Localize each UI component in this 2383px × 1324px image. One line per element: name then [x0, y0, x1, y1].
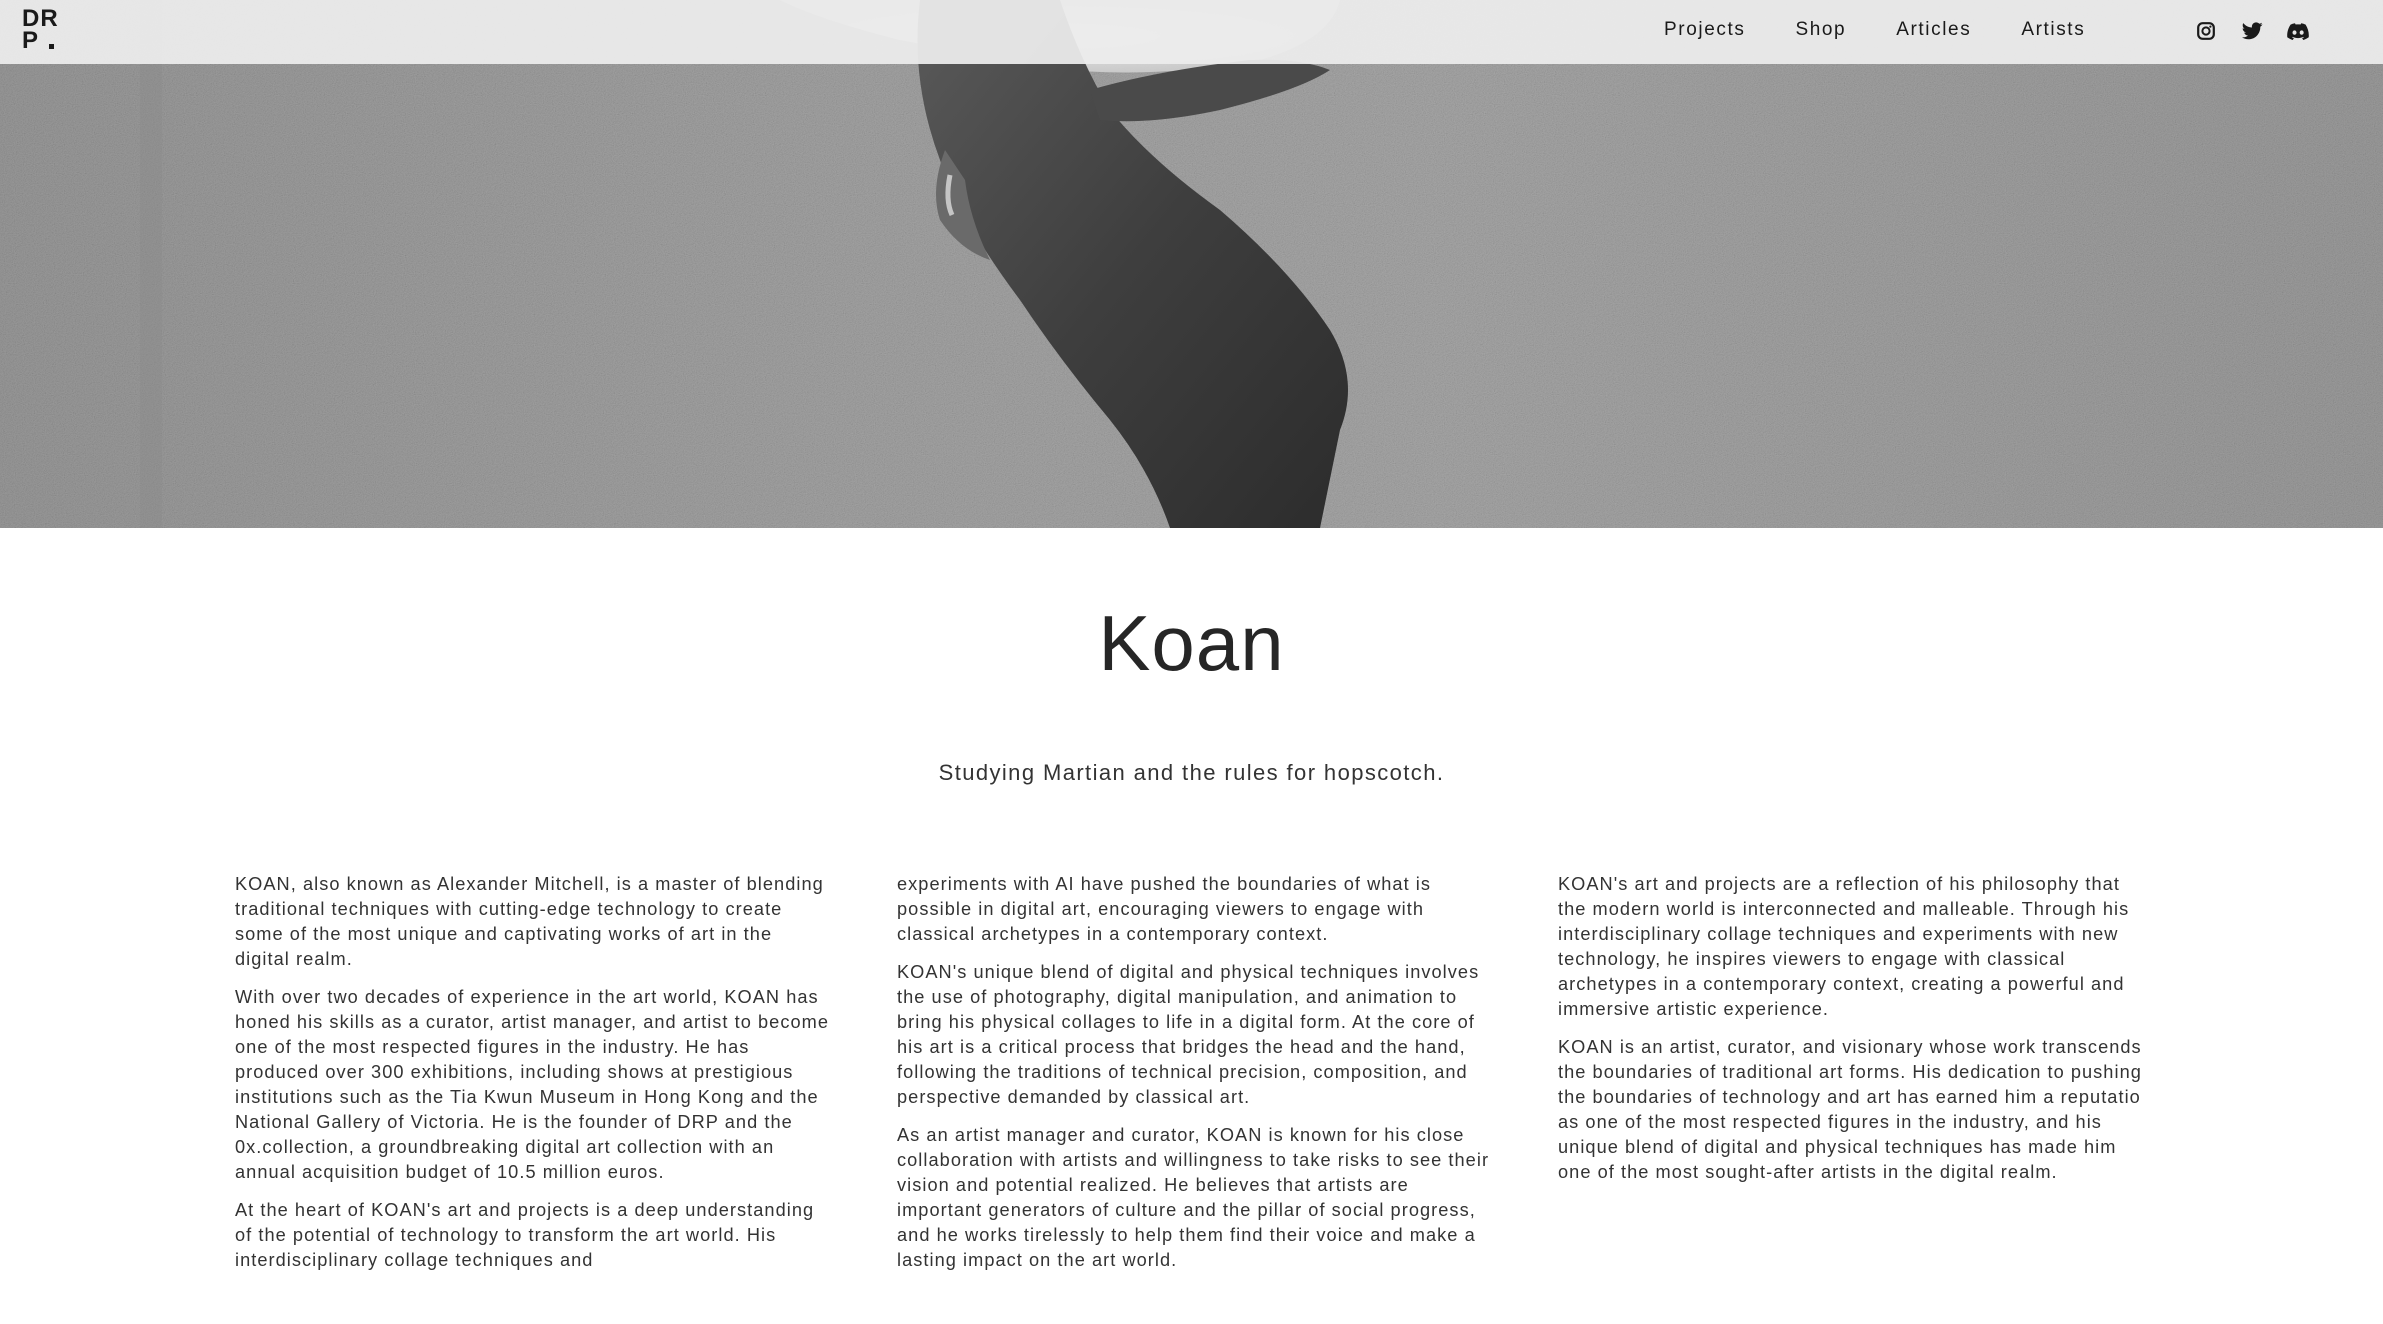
social-links — [2195, 20, 2309, 42]
bio-column-2: experiments with AI have pushed the boun… — [897, 872, 1492, 1286]
bio-column-3: KOAN's art and projects are a reflection… — [1558, 872, 2140, 1198]
nav-shop-link[interactable]: Shop — [1795, 18, 1846, 42]
bio-paragraph: KOAN's art and projects are a reflection… — [1558, 874, 2130, 1019]
logo-dot — [49, 44, 55, 49]
nav-artists-link[interactable]: Artists — [2021, 18, 2085, 42]
instagram-icon[interactable] — [2195, 20, 2217, 42]
hero-artwork — [0, 0, 2383, 528]
main-nav: Projects Shop Articles Artists — [1664, 18, 2085, 42]
artist-tagline: Studying Martian and the rules for hopsc… — [938, 760, 1445, 785]
nav-projects-link[interactable]: Projects — [1664, 18, 1745, 42]
bio-paragraph: With over two decades of experience in t… — [235, 987, 830, 1182]
bio-paragraph: experiments with AI have pushed the boun… — [897, 874, 1432, 944]
drp-logo[interactable]: DR P — [22, 7, 68, 54]
twitter-icon[interactable] — [2241, 20, 2263, 42]
nav-articles-link[interactable]: Articles — [1896, 18, 1971, 42]
discord-icon[interactable] — [2287, 20, 2309, 42]
logo-line-2: P — [22, 27, 40, 54]
top-navigation-bar: DR P Projects Shop Articles Artists — [0, 0, 2383, 64]
bio-paragraph: At the heart of KOAN's art and projects … — [235, 1200, 815, 1270]
bio-paragraph: KOAN's unique blend of digital and physi… — [897, 962, 1480, 1107]
bio-paragraph: As an artist manager and curator, KOAN i… — [897, 1125, 1490, 1270]
artist-name-heading: Koan — [1098, 599, 1285, 687]
artist-bio: KOAN, also known as Alexander Mitchell, … — [235, 872, 2140, 1312]
bio-paragraph: KOAN, also known as Alexander Mitchell, … — [235, 874, 824, 969]
bio-column-1: KOAN, also known as Alexander Mitchell, … — [235, 872, 830, 1286]
bio-paragraph: KOAN is an artist, curator, and visionar… — [1558, 1037, 2140, 1182]
hero-banner-image — [0, 0, 2383, 528]
